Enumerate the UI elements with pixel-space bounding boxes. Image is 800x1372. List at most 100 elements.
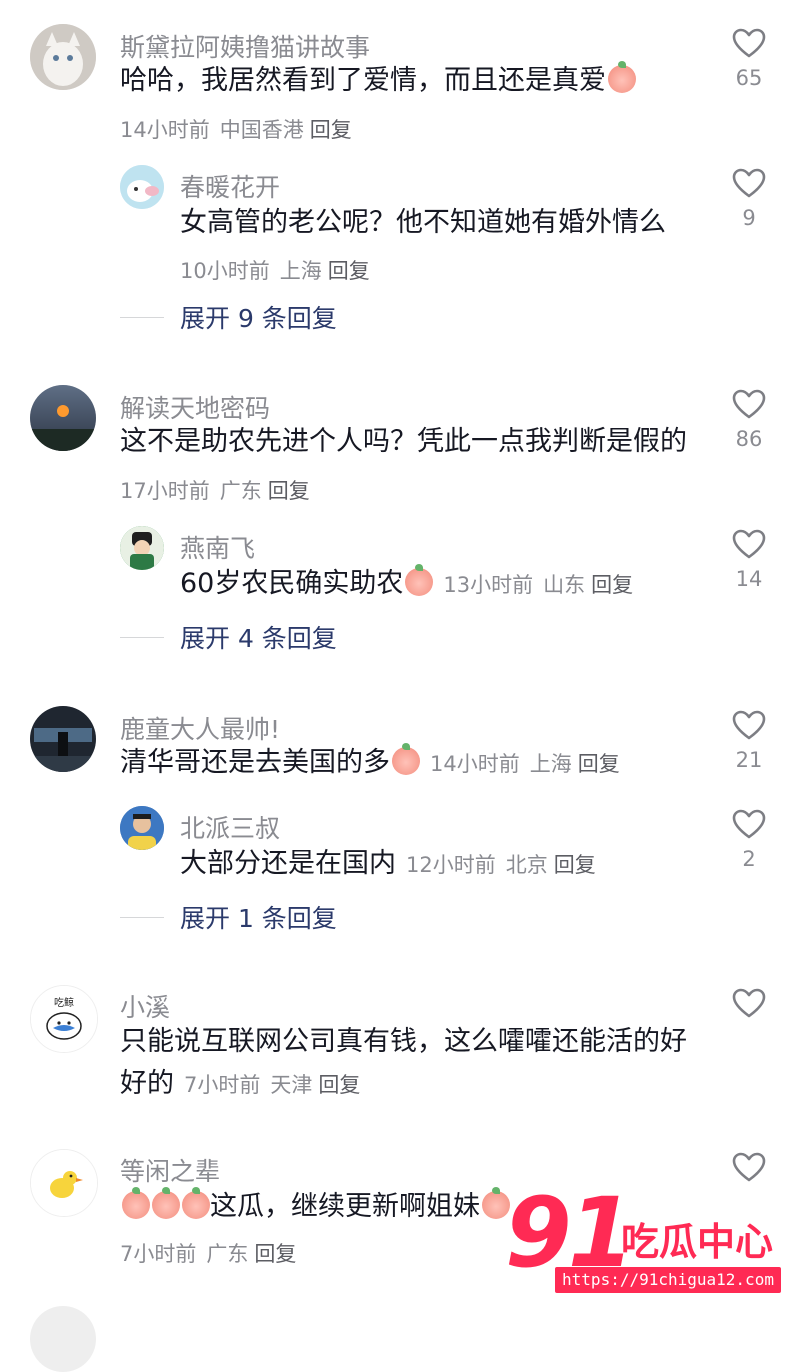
comment-text-continued: 好的 7小时前 天津 回复	[120, 1063, 360, 1106]
avatar[interactable]	[30, 706, 96, 772]
heart-icon	[732, 168, 766, 198]
white-cat-avatar-icon	[30, 24, 96, 90]
comment-text-content: 哈哈，我居然看到了爱情，而且还是真爱	[120, 65, 606, 96]
heart-icon	[732, 988, 766, 1018]
reply-button[interactable]: 回复	[254, 1242, 296, 1266]
comment-time: 7小时前	[184, 1073, 261, 1097]
peach-emoji-icon	[608, 61, 636, 93]
comment-location: 广东	[219, 479, 262, 503]
comment-location: 上海	[529, 752, 572, 776]
like-button[interactable]: 65	[728, 28, 770, 90]
like-button[interactable]: 86	[728, 389, 770, 451]
comment-text: 只能说互联网公司真有钱，这么嚯嚯还能活的好	[120, 1026, 687, 1057]
comment-text: 哈哈，我居然看到了爱情，而且还是真爱	[120, 60, 636, 102]
expand-replies-button[interactable]: 展开 1 条回复	[120, 900, 337, 934]
watermark-brand: 吃瓜中心	[621, 1220, 774, 1264]
sky-lantern-avatar-icon	[30, 385, 96, 451]
reply-button[interactable]: 回复	[591, 573, 633, 597]
divider	[120, 916, 164, 918]
cartoon-sheep-avatar-icon	[120, 165, 164, 209]
like-count: 86	[735, 427, 763, 451]
reply-location: 北京	[505, 853, 548, 877]
watermark-logo: 91 吃瓜中心 https://91chigua12.com	[505, 1177, 785, 1300]
reply-button[interactable]: 回复	[554, 853, 596, 877]
comment-author[interactable]: 解读天地密码	[120, 389, 270, 425]
comment-time: 7小时前	[120, 1242, 197, 1266]
comment-location: 天津	[270, 1073, 313, 1097]
comment-text: 这瓜，继续更新啊姐妹	[120, 1186, 510, 1228]
reply-button[interactable]: 回复	[328, 259, 370, 283]
comment-author[interactable]: 等闲之辈	[120, 1152, 220, 1188]
like-count: 9	[742, 206, 756, 230]
like-count: 14	[735, 567, 763, 591]
expand-replies-label: 展开 4 条回复	[180, 624, 337, 653]
expand-replies-button[interactable]: 展开 4 条回复	[120, 620, 337, 654]
like-button[interactable]: 14	[728, 529, 770, 591]
expand-replies-label: 展开 9 条回复	[180, 304, 337, 333]
comment-author[interactable]: 鹿童大人最帅!	[120, 710, 280, 746]
peach-emoji-icon	[182, 1187, 210, 1219]
avatar[interactable]	[120, 806, 164, 850]
reply-author[interactable]: 春暖花开	[180, 168, 280, 204]
like-count: 65	[735, 66, 763, 90]
comment-location: 广东	[206, 1242, 249, 1266]
reply-button[interactable]: 回复	[268, 479, 310, 503]
reply-button[interactable]: 回复	[578, 752, 620, 776]
reply-text-content: 大部分还是在国内	[180, 848, 396, 879]
man-portrait-avatar-icon	[120, 806, 164, 850]
heart-icon	[732, 809, 766, 839]
reply-time: 10小时前	[180, 259, 270, 283]
like-button[interactable]: 9	[728, 168, 770, 230]
comment-text: 这不是助农先进个人吗？凭此一点我判断是假的	[120, 426, 687, 457]
reply-text: 女高管的老公呢？他不知道她有婚外情么	[180, 207, 666, 238]
like-count: 21	[735, 748, 763, 772]
like-button[interactable]: 21	[728, 710, 770, 772]
reply-text: 60岁农民确实助农 13小时前 山东 回复	[180, 563, 633, 606]
green-character-avatar-icon	[120, 526, 164, 570]
reply-text-content: 60岁农民确实助农	[180, 568, 404, 599]
divider	[120, 636, 164, 638]
heart-icon	[732, 529, 766, 559]
heart-icon	[732, 389, 766, 419]
comment-meta: 7小时前 广东 回复	[120, 1238, 296, 1268]
avatar-sticker-text: 吃鲸	[54, 998, 74, 1009]
comment-author[interactable]: 斯黛拉阿姨撸猫讲故事	[120, 28, 370, 64]
comment-author[interactable]: 小溪	[120, 988, 170, 1024]
reply-button[interactable]: 回复	[318, 1073, 360, 1097]
comment-text-content: 这瓜，继续更新啊姐妹	[210, 1191, 480, 1222]
like-button[interactable]: 2	[728, 809, 770, 871]
avatar[interactable]	[120, 165, 164, 209]
divider	[120, 316, 164, 318]
watermark-url: https://91chigua12.com	[555, 1267, 781, 1293]
comment-text-content: 清华哥还是去美国的多	[120, 747, 390, 778]
heart-icon	[732, 710, 766, 740]
like-button[interactable]	[728, 988, 770, 1026]
comment-meta: 14小时前 中国香港 回复	[120, 114, 352, 144]
comment-meta: 17小时前 广东 回复	[120, 475, 310, 505]
avatar[interactable]	[30, 1149, 98, 1217]
peach-emoji-icon	[122, 1187, 150, 1219]
reply-text: 大部分还是在国内 12小时前 北京 回复	[180, 843, 596, 886]
expand-replies-label: 展开 1 条回复	[180, 904, 337, 933]
reply-button[interactable]: 回复	[310, 118, 352, 142]
crying-emoji-icon	[392, 743, 420, 775]
comment-time: 14小时前	[430, 752, 520, 776]
heart-icon	[732, 28, 766, 58]
expand-replies-button[interactable]: 展开 9 条回复	[120, 300, 337, 334]
avatar[interactable]	[120, 526, 164, 570]
comment-location: 中国香港	[219, 118, 304, 142]
reply-location: 山东	[543, 573, 586, 597]
comment-time: 17小时前	[120, 479, 210, 503]
reply-author[interactable]: 北派三叔	[180, 809, 280, 845]
heart-icon	[732, 1152, 766, 1182]
avatar[interactable]	[30, 385, 96, 451]
reply-meta: 10小时前 上海 回复	[180, 255, 370, 285]
comment-time: 14小时前	[120, 118, 210, 142]
avatar[interactable]	[30, 24, 96, 90]
avatar[interactable]: 吃鲸	[30, 985, 98, 1053]
peach-emoji-icon	[152, 1187, 180, 1219]
night-scene-avatar-icon	[30, 706, 96, 772]
yellow-duck-avatar-icon	[31, 1150, 97, 1216]
reply-author[interactable]: 燕南飞	[180, 529, 255, 565]
like-count: 2	[742, 847, 756, 871]
